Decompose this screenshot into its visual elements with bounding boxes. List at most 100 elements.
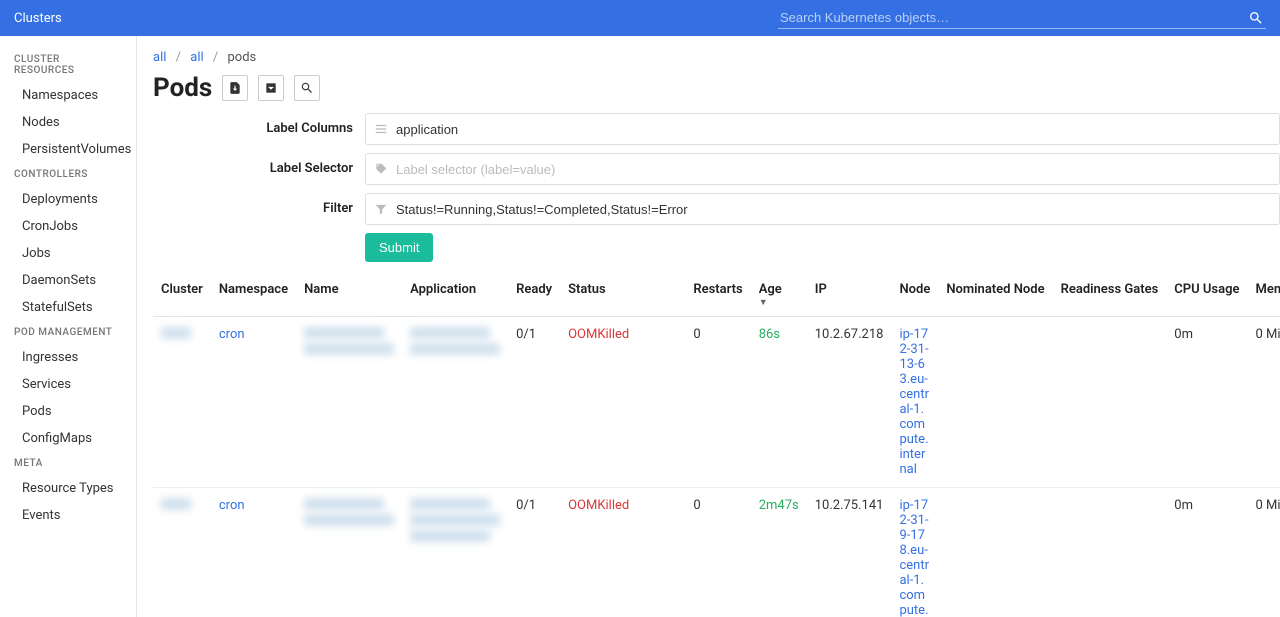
- sidebar-item-configmaps[interactable]: ConfigMaps: [0, 425, 136, 452]
- download-icon: [228, 81, 242, 95]
- cell-age: 2m47s: [751, 488, 807, 617]
- cell-ready: 0/1: [508, 488, 560, 617]
- col-application[interactable]: Application: [402, 274, 508, 317]
- search-button[interactable]: [294, 75, 320, 101]
- cell-name: [296, 488, 402, 617]
- node-link[interactable]: ip-172-31-9-178.eu-central-1.compute.int…: [899, 498, 929, 617]
- cell-cluster: [153, 488, 211, 617]
- cell-nominated-node: [938, 488, 1052, 617]
- cell-age: 86s: [751, 317, 807, 488]
- sidebar-group-title: CONTROLLERS: [0, 163, 136, 186]
- label-columns-label: Label Columns: [153, 113, 353, 145]
- col-ready[interactable]: Ready: [508, 274, 560, 317]
- label-selector-input[interactable]: [396, 162, 1271, 177]
- namespace-link[interactable]: cron: [219, 327, 245, 342]
- pods-table: Cluster Namespace Name Application Ready…: [153, 274, 1280, 617]
- cell-ready: 0/1: [508, 317, 560, 488]
- cell-application: [402, 488, 508, 617]
- cell-cpu: 0m: [1166, 317, 1247, 488]
- table-row[interactable]: cron0/1OOMKilled02m47s10.2.75.141ip-172-…: [153, 488, 1280, 617]
- col-namespace[interactable]: Namespace: [211, 274, 296, 317]
- filter-icon: [374, 202, 388, 216]
- cell-ip: 10.2.75.141: [807, 488, 892, 617]
- node-link[interactable]: ip-172-31-13-63.eu-central-1.compute.int…: [899, 327, 929, 477]
- col-readiness-gates[interactable]: Readiness Gates: [1053, 274, 1167, 317]
- col-cpu[interactable]: CPU Usage: [1166, 274, 1247, 317]
- header-title: Clusters: [14, 11, 62, 26]
- header-search[interactable]: [778, 8, 1266, 29]
- col-nominated-node[interactable]: Nominated Node: [938, 274, 1052, 317]
- cell-readiness-gates: [1053, 317, 1167, 488]
- col-node[interactable]: Node: [891, 274, 938, 317]
- breadcrumb-sep: /: [207, 50, 224, 65]
- sidebar-group-title: CLUSTER RESOURCES: [0, 48, 136, 82]
- cell-memory: 0 MiB: [1247, 317, 1280, 488]
- table-header-row: Cluster Namespace Name Application Ready…: [153, 274, 1280, 317]
- page-title: Pods: [153, 73, 212, 103]
- filter-wrap[interactable]: [365, 193, 1280, 225]
- sidebar-item-ingresses[interactable]: Ingresses: [0, 344, 136, 371]
- cell-namespace: cron: [211, 317, 296, 488]
- page-title-row: Pods: [153, 73, 1280, 103]
- col-cluster[interactable]: Cluster: [153, 274, 211, 317]
- sidebar-group-title: POD MANAGEMENT: [0, 321, 136, 344]
- sidebar-item-nodes[interactable]: Nodes: [0, 109, 136, 136]
- cell-ip: 10.2.67.218: [807, 317, 892, 488]
- col-ip[interactable]: IP: [807, 274, 892, 317]
- search-icon: [300, 81, 314, 95]
- label-selector-label: Label Selector: [153, 153, 353, 185]
- tag-icon: [374, 162, 388, 176]
- namespace-link[interactable]: cron: [219, 498, 245, 513]
- col-memory[interactable]: Memory Usage: [1247, 274, 1280, 317]
- sidebar-item-services[interactable]: Services: [0, 371, 136, 398]
- submit-button[interactable]: Submit: [365, 233, 433, 262]
- sidebar-item-resource types[interactable]: Resource Types: [0, 475, 136, 502]
- chevron-down-icon: [264, 81, 278, 95]
- sidebar-item-pods[interactable]: Pods: [0, 398, 136, 425]
- cell-application: [402, 317, 508, 488]
- cell-namespace: cron: [211, 488, 296, 617]
- columns-icon: [374, 122, 388, 136]
- sidebar-item-jobs[interactable]: Jobs: [0, 240, 136, 267]
- filter-label: Filter: [153, 193, 353, 225]
- search-icon: [1248, 10, 1264, 26]
- sidebar-item-daemonsets[interactable]: DaemonSets: [0, 267, 136, 294]
- label-columns-wrap[interactable]: [365, 113, 1280, 145]
- cell-node: ip-172-31-9-178.eu-central-1.compute.int…: [891, 488, 938, 617]
- sidebar-item-events[interactable]: Events: [0, 502, 136, 529]
- sidebar-item-namespaces[interactable]: Namespaces: [0, 82, 136, 109]
- sidebar-item-deployments[interactable]: Deployments: [0, 186, 136, 213]
- cell-cpu: 0m: [1166, 488, 1247, 617]
- breadcrumb-all-2[interactable]: all: [190, 50, 203, 65]
- cell-nominated-node: [938, 317, 1052, 488]
- breadcrumb-sep: /: [170, 50, 187, 65]
- search-input[interactable]: [780, 10, 1240, 25]
- cell-readiness-gates: [1053, 488, 1167, 617]
- col-name[interactable]: Name: [296, 274, 402, 317]
- col-status[interactable]: Status: [560, 274, 685, 317]
- col-age[interactable]: Age▼: [751, 274, 807, 317]
- sidebar-item-persistentvolumes[interactable]: PersistentVolumes: [0, 136, 136, 163]
- cell-node: ip-172-31-13-63.eu-central-1.compute.int…: [891, 317, 938, 488]
- main-content: all / all / pods Pods Label Columns: [137, 36, 1280, 617]
- cell-status: OOMKilled: [560, 488, 685, 617]
- dropdown-button[interactable]: [258, 75, 284, 101]
- cell-memory: 0 MiB: [1247, 488, 1280, 617]
- cell-name: [296, 317, 402, 488]
- label-columns-input[interactable]: [396, 122, 1271, 137]
- sidebar-group-title: META: [0, 452, 136, 475]
- cell-cluster: [153, 317, 211, 488]
- breadcrumb-current: pods: [228, 50, 257, 65]
- sidebar-item-statefulsets[interactable]: StatefulSets: [0, 294, 136, 321]
- sort-desc-icon: ▼: [759, 297, 799, 308]
- col-restarts[interactable]: Restarts: [685, 274, 750, 317]
- sidebar-item-cronjobs[interactable]: CronJobs: [0, 213, 136, 240]
- download-button[interactable]: [222, 75, 248, 101]
- breadcrumb-all-1[interactable]: all: [153, 50, 166, 65]
- filter-input[interactable]: [396, 202, 1271, 217]
- filter-form: Label Columns Label Selector Filter Subm…: [153, 113, 1280, 262]
- label-selector-wrap[interactable]: [365, 153, 1280, 185]
- table-row[interactable]: cron0/1OOMKilled086s10.2.67.218ip-172-31…: [153, 317, 1280, 488]
- cell-restarts: 0: [685, 317, 750, 488]
- breadcrumb: all / all / pods: [153, 50, 1280, 65]
